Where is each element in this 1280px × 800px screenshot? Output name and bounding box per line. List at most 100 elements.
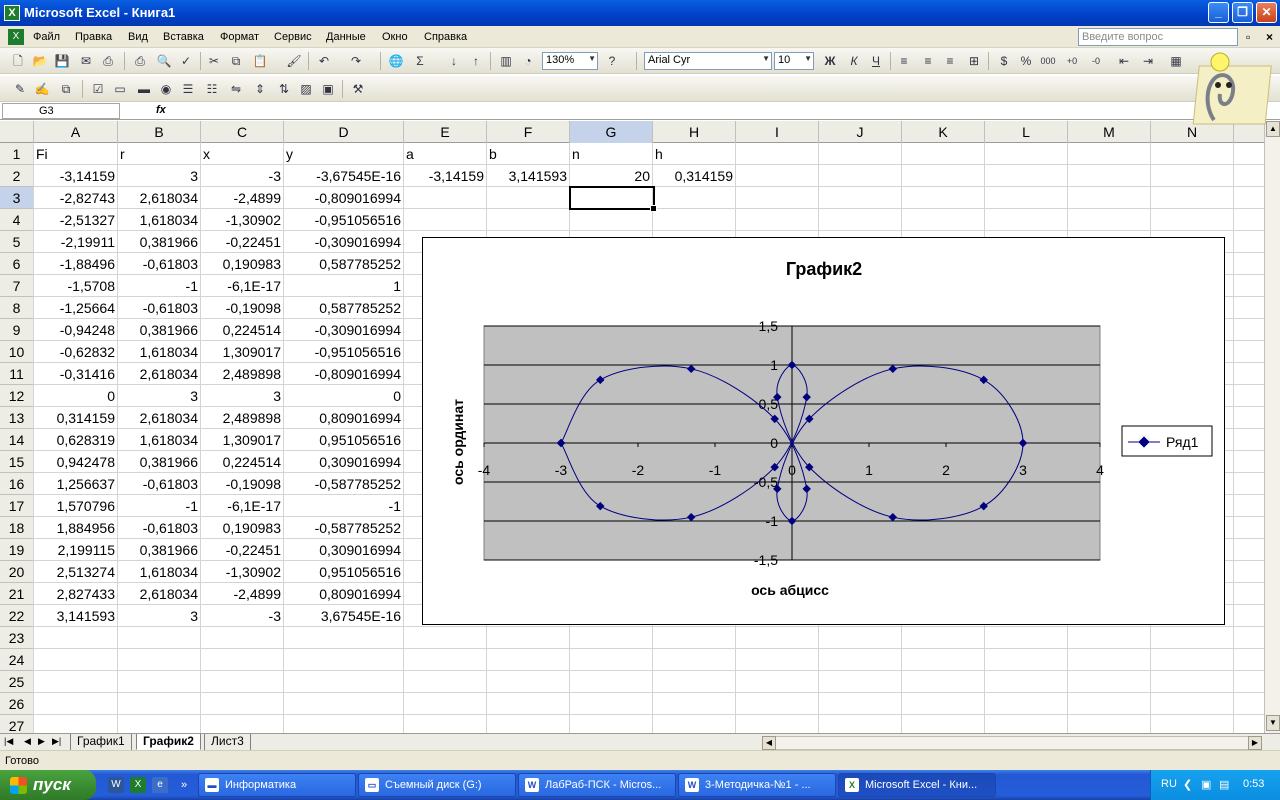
close-button[interactable]: ✕ [1256, 2, 1277, 23]
row-header-13[interactable]: 13 [0, 407, 34, 429]
cell-c16[interactable]: -0,19098 [201, 473, 283, 495]
print-icon[interactable]: ⎙ [132, 53, 148, 69]
increase-decimal-icon[interactable]: +0 [1064, 53, 1080, 69]
row-header-22[interactable]: 22 [0, 605, 34, 627]
selected-cell[interactable] [569, 186, 657, 212]
cell-b12[interactable]: 3 [118, 385, 200, 407]
picture-icon[interactable]: ▣ [320, 81, 336, 97]
merge-center-icon[interactable]: ⊞ [966, 53, 982, 69]
print-preview-icon[interactable]: ⎙ [100, 53, 116, 69]
cell-b13[interactable]: 2,618034 [118, 407, 200, 429]
menu-file[interactable]: Файл [33, 31, 60, 43]
cell-b15[interactable]: 0,381966 [118, 451, 200, 473]
column-header-c[interactable]: C [201, 121, 284, 143]
column-header-i[interactable]: I [736, 121, 819, 143]
cell-a10[interactable]: -0,62832 [34, 341, 117, 363]
row-header-7[interactable]: 7 [0, 275, 34, 297]
outdent-icon[interactable]: ⇤ [1116, 53, 1132, 69]
decrease-decimal-icon[interactable]: -0 [1088, 53, 1104, 69]
menu-data[interactable]: Данные [326, 31, 366, 43]
more-quicklaunch-icon[interactable]: » [176, 777, 192, 793]
cell-b18[interactable]: -0,61803 [118, 517, 200, 539]
last-sheet-icon[interactable]: ▶| [52, 736, 61, 747]
word-quicklaunch-icon[interactable]: W [108, 777, 124, 793]
cell-c19[interactable]: -0,22451 [201, 539, 283, 561]
align-right-icon[interactable]: ≡ [942, 53, 958, 69]
cell-a5[interactable]: -2,19911 [34, 231, 117, 253]
task-metodichka[interactable]: W 3-Методичка-№1 - ... [678, 773, 836, 797]
row-header-1[interactable]: 1 [0, 143, 34, 165]
zoom-select[interactable]: 130% ▼ [542, 52, 598, 70]
edit-text-icon[interactable]: ✍ [34, 81, 50, 97]
help-icon[interactable]: ? [604, 53, 620, 69]
cell-d7[interactable]: 1 [284, 275, 403, 297]
chart[interactable]: -4 -3 -2 -1 0 1 2 3 4 -1,5 -1 -0,5 0 0,5 1 1,5 График2 … [422, 237, 1225, 625]
currency-icon[interactable]: $ [996, 53, 1012, 69]
cell-a12[interactable]: 0 [34, 385, 117, 407]
autosum-icon[interactable]: Σ [412, 53, 428, 69]
start-button[interactable]: пуск [0, 770, 96, 800]
code-control-icon[interactable]: ⇅ [276, 81, 292, 97]
excel-quicklaunch-icon[interactable]: X [130, 777, 146, 793]
edit-chart-icon[interactable]: ✎ [12, 81, 28, 97]
copy-icon[interactable]: ⧉ [228, 53, 244, 69]
cell-b4[interactable]: 1,618034 [118, 209, 200, 231]
cell-d21[interactable]: 0,809016994 [284, 583, 403, 605]
task-excel[interactable]: X Microsoft Excel - Кни... [838, 773, 996, 797]
row-header-15[interactable]: 15 [0, 451, 34, 473]
sheet-tab-2[interactable]: График2 [136, 734, 201, 750]
cell-d8[interactable]: 0,587785252 [284, 297, 403, 319]
combobox-control-icon[interactable]: ☷ [204, 81, 220, 97]
row-header-25[interactable]: 25 [0, 671, 34, 693]
thousands-icon[interactable]: 000 [1040, 53, 1056, 69]
align-center-icon[interactable]: ≡ [920, 53, 936, 69]
tray-arrow-icon[interactable]: ❮ [1183, 778, 1192, 791]
cell-d6[interactable]: 0,587785252 [284, 253, 403, 275]
column-header-m[interactable]: M [1068, 121, 1151, 143]
cell-e2[interactable]: -3,14159 [404, 165, 486, 187]
row-header-18[interactable]: 18 [0, 517, 34, 539]
row-header-23[interactable]: 23 [0, 627, 34, 649]
cell-g2[interactable]: 20 [570, 165, 652, 187]
cell-c3[interactable]: -2,4899 [201, 187, 283, 209]
cell-c15[interactable]: 0,224514 [201, 451, 283, 473]
menu-insert[interactable]: Вставка [163, 31, 204, 43]
row-header-10[interactable]: 10 [0, 341, 34, 363]
network-icon[interactable]: ▤ [1219, 778, 1229, 791]
align-left-icon[interactable]: ≡ [896, 53, 912, 69]
row-header-12[interactable]: 12 [0, 385, 34, 407]
cell-c4[interactable]: -1,30902 [201, 209, 283, 231]
cell-c8[interactable]: -0,19098 [201, 297, 283, 319]
cell-a19[interactable]: 2,199115 [34, 539, 117, 561]
cell-a9[interactable]: -0,94248 [34, 319, 117, 341]
sheet-tab-3[interactable]: Лист3 [204, 734, 251, 750]
cell-f1[interactable]: b [487, 143, 569, 165]
cell-c9[interactable]: 0,224514 [201, 319, 283, 341]
office-assistant-clippy[interactable] [1178, 40, 1278, 126]
task-removable-disk[interactable]: ▭ Съемный диск (G:) [358, 773, 516, 797]
italic-icon[interactable]: К [846, 53, 862, 69]
browser-quicklaunch-icon[interactable]: e [152, 777, 168, 793]
column-header-l[interactable]: L [985, 121, 1068, 143]
minimize-button[interactable]: _ [1208, 2, 1229, 23]
row-header-21[interactable]: 21 [0, 583, 34, 605]
cell-d22[interactable]: 3,67545E-16 [284, 605, 403, 627]
cell-b14[interactable]: 1,618034 [118, 429, 200, 451]
cell-c6[interactable]: 0,190983 [201, 253, 283, 275]
paste-icon[interactable]: 📋 [252, 53, 268, 69]
cell-d1[interactable]: y [284, 143, 403, 165]
cell-a18[interactable]: 1,884956 [34, 517, 117, 539]
menu-window[interactable]: Окно [382, 31, 408, 43]
row-header-16[interactable]: 16 [0, 473, 34, 495]
horizontal-scrollbar[interactable]: ◀ ▶ [762, 736, 1262, 750]
spinner-control-icon[interactable]: ⇕ [252, 81, 268, 97]
radio-control-icon[interactable]: ◉ [158, 81, 174, 97]
cell-e1[interactable]: a [404, 143, 486, 165]
cell-b9[interactable]: 0,381966 [118, 319, 200, 341]
vertical-scrollbar[interactable]: ▲ ▼ [1264, 121, 1280, 733]
cell-h1[interactable]: h [653, 143, 735, 165]
undo-icon[interactable]: ↶ [316, 53, 332, 69]
fx-icon[interactable]: fx [156, 104, 166, 116]
cell-b2[interactable]: 3 [118, 165, 200, 187]
percent-icon[interactable]: % [1018, 53, 1034, 69]
